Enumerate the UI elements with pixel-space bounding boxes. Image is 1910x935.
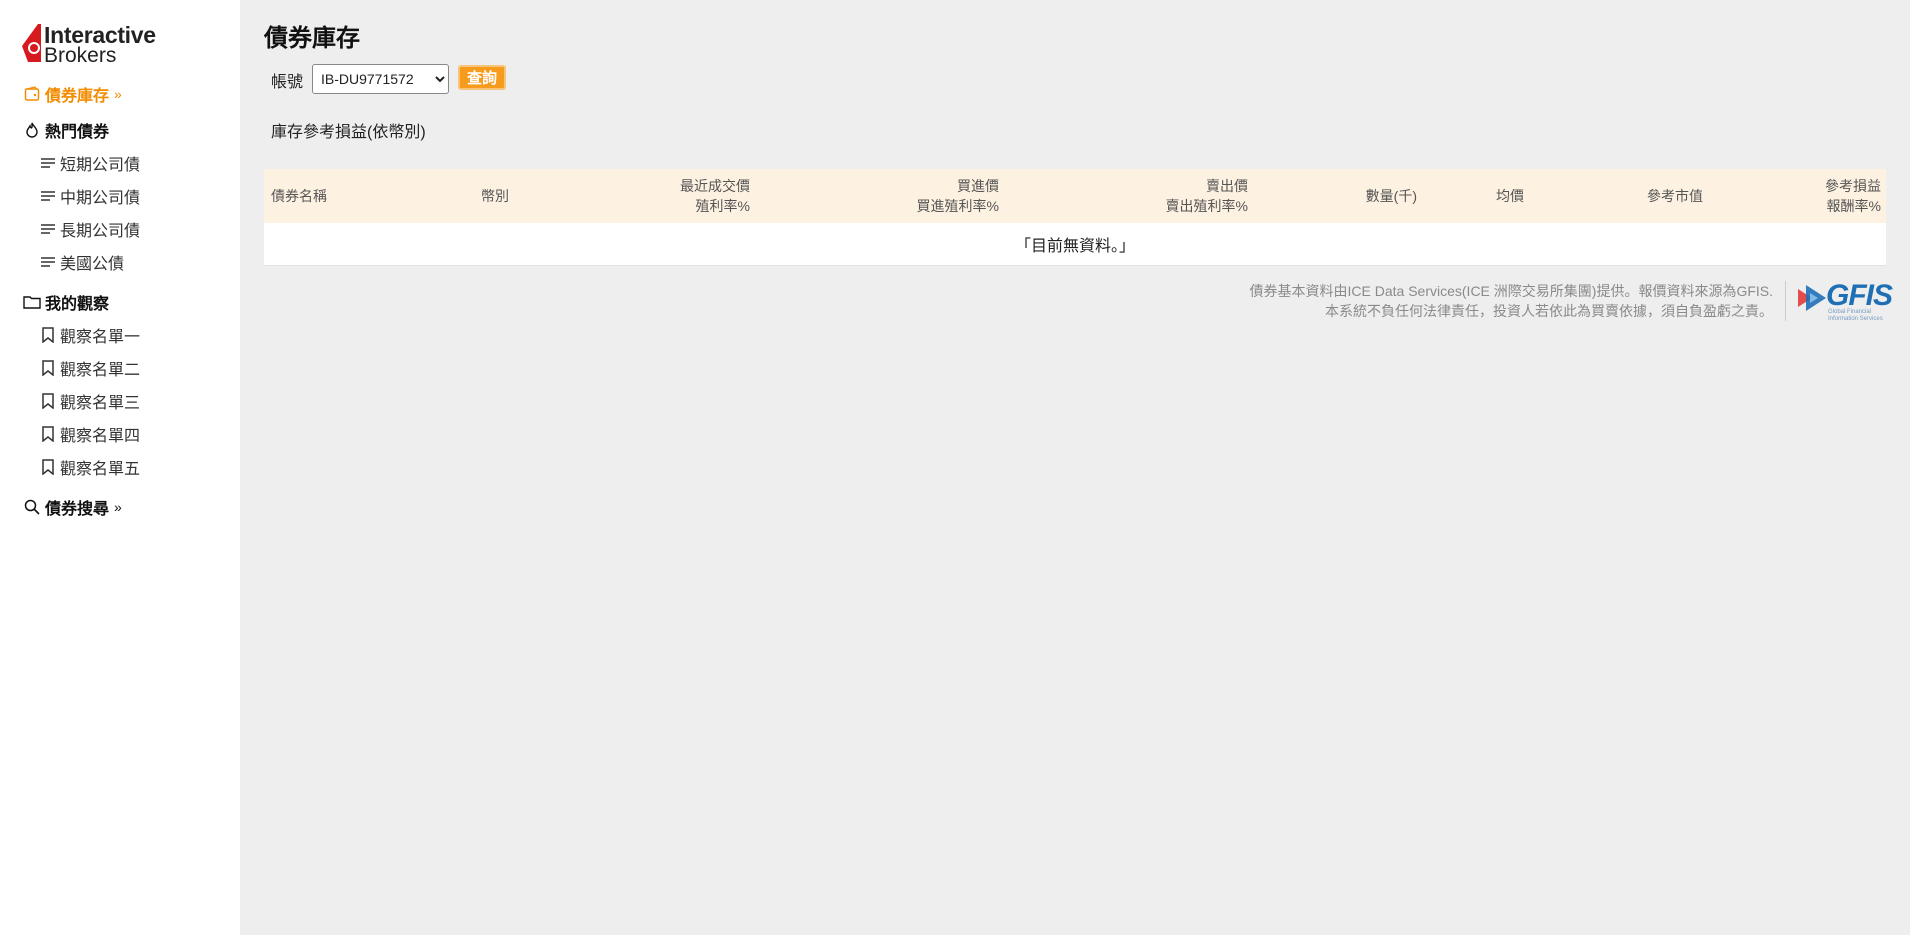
table-empty-row: 「目前無資料。」: [264, 223, 1886, 266]
col-last-price-label: 最近成交價: [680, 178, 750, 194]
col-last-price[interactable]: 最近成交價 殖利率%: [680, 176, 750, 216]
col-bid-yield-label: 買進殖利率%: [916, 198, 999, 214]
query-button[interactable]: 查詢: [458, 65, 506, 90]
ib-logo-mark-icon: [22, 24, 41, 62]
sidebar-item-label: 債券搜尋: [45, 501, 110, 518]
bookmark-icon: [40, 457, 56, 477]
flame-icon: [22, 120, 42, 140]
col-bond-name[interactable]: 債券名稱: [271, 186, 327, 206]
sidebar-item-label: 觀察名單三: [60, 395, 141, 412]
page-title: 債券庫存: [264, 25, 360, 52]
sidebar-item-watchlist-4[interactable]: 觀察名單四: [40, 421, 140, 447]
ib-logo[interactable]: Interactive Brokers: [22, 22, 162, 67]
sidebar-item-label: 觀察名單二: [60, 362, 141, 379]
col-return-label: 報酬率%: [1826, 198, 1881, 214]
gfis-logo-text: GFIS: [1826, 279, 1893, 312]
sidebar-group-label: 我的觀察: [45, 296, 110, 313]
account-select[interactable]: IB-DU9771572: [312, 64, 449, 94]
pnl-by-currency-heading: 庫存參考損益(依幣別): [271, 124, 426, 141]
col-last-yield-label: 殖利率%: [695, 198, 750, 214]
col-quantity[interactable]: 數量(千): [1366, 186, 1417, 206]
sidebar-item-holdings[interactable]: 債券庫存 »: [22, 81, 122, 107]
bookmark-icon: [40, 424, 56, 444]
col-bid[interactable]: 買進價 買進殖利率%: [917, 176, 999, 216]
sidebar-item-short-corp[interactable]: 短期公司債: [40, 150, 140, 176]
sidebar-group-watchlist[interactable]: 我的觀察: [22, 289, 109, 315]
gfis-logo-mark-icon: [1798, 285, 1826, 311]
sidebar-item-watchlist-3[interactable]: 觀察名單三: [40, 388, 140, 414]
table-header: 債券名稱 幣別 最近成交價 殖利率% 買進價 買進殖利率% 賣出價 賣出殖利率%…: [264, 169, 1886, 223]
sidebar-item-watchlist-5[interactable]: 觀察名單五: [40, 454, 140, 480]
col-pnl-label: 參考損益: [1825, 178, 1881, 194]
sidebar: Interactive Brokers 債券庫存 » 熱門債券 短期公司債 中期…: [0, 0, 240, 935]
col-pnl[interactable]: 參考損益 報酬率%: [1825, 176, 1881, 216]
sidebar-item-label: 觀察名單一: [60, 329, 141, 346]
gfis-logo-subtext: Global Financial Information Services: [1828, 309, 1883, 323]
sidebar-item-label: 短期公司債: [60, 157, 141, 174]
list-icon: [40, 186, 56, 206]
col-avg-price[interactable]: 均價: [1496, 186, 1524, 206]
bookmark-icon: [40, 325, 56, 345]
holdings-table: 債券名稱 幣別 最近成交價 殖利率% 買進價 買進殖利率% 賣出價 賣出殖利率%…: [264, 169, 1886, 266]
double-chevron-right-icon: »: [114, 499, 122, 515]
gfis-subtext-line-1: Global Financial: [1828, 309, 1872, 315]
bookmark-icon: [40, 358, 56, 378]
col-currency[interactable]: 幣別: [481, 186, 509, 206]
disclaimer-line-2: 本系統不負任何法律責任，投資人若依此為買賣依據，須自負盈虧之責。: [1325, 303, 1773, 319]
empty-message: 「目前無資料。」: [1014, 238, 1135, 255]
double-chevron-right-icon: »: [114, 86, 122, 102]
col-ask-yield-label: 賣出殖利率%: [1165, 198, 1248, 214]
sidebar-group-label: 熱門債券: [45, 124, 110, 141]
disclaimer-line-1: 債券基本資料由ICE Data Services(ICE 洲際交易所集團)提供。…: [1249, 283, 1773, 299]
logo-text-line2: Brokers: [44, 44, 117, 67]
col-ask[interactable]: 賣出價 賣出殖利率%: [1166, 176, 1248, 216]
sidebar-item-label: 長期公司債: [60, 223, 141, 240]
sidebar-item-watchlist-2[interactable]: 觀察名單二: [40, 355, 140, 381]
sidebar-item-watchlist-1[interactable]: 觀察名單一: [40, 322, 140, 348]
col-market-value[interactable]: 參考市值: [1647, 186, 1703, 206]
account-label: 帳號: [271, 74, 304, 91]
col-bid-label: 買進價: [957, 178, 999, 194]
sidebar-item-label: 美國公債: [60, 256, 125, 273]
gfis-logo: GFIS Global Financial Information Servic…: [1796, 279, 1893, 323]
list-icon: [40, 219, 56, 239]
list-icon: [40, 252, 56, 272]
sidebar-item-label: 中期公司債: [60, 190, 141, 207]
sidebar-item-label: 觀察名單四: [60, 428, 141, 445]
wallet-icon: [22, 84, 42, 104]
sidebar-group-hot[interactable]: 熱門債券: [22, 117, 109, 143]
list-icon: [40, 153, 56, 173]
sidebar-item-us-treasury[interactable]: 美國公債: [40, 249, 124, 275]
sidebar-item-label: 觀察名單五: [60, 461, 141, 478]
sidebar-item-long-corp[interactable]: 長期公司債: [40, 216, 140, 242]
disclaimer-text: 債券基本資料由ICE Data Services(ICE 洲際交易所集團)提供。…: [1250, 281, 1786, 321]
sidebar-item-mid-corp[interactable]: 中期公司債: [40, 183, 140, 209]
search-icon: [22, 497, 42, 517]
folder-icon: [22, 292, 42, 312]
footer-disclaimer: 債券基本資料由ICE Data Services(ICE 洲際交易所集團)提供。…: [1250, 279, 1894, 325]
sidebar-item-label: 債券庫存: [45, 88, 110, 105]
bookmark-icon: [40, 391, 56, 411]
sidebar-item-bond-search[interactable]: 債券搜尋 »: [22, 494, 122, 520]
gfis-subtext-line-2: Information Services: [1828, 316, 1883, 322]
col-ask-label: 賣出價: [1206, 178, 1248, 194]
